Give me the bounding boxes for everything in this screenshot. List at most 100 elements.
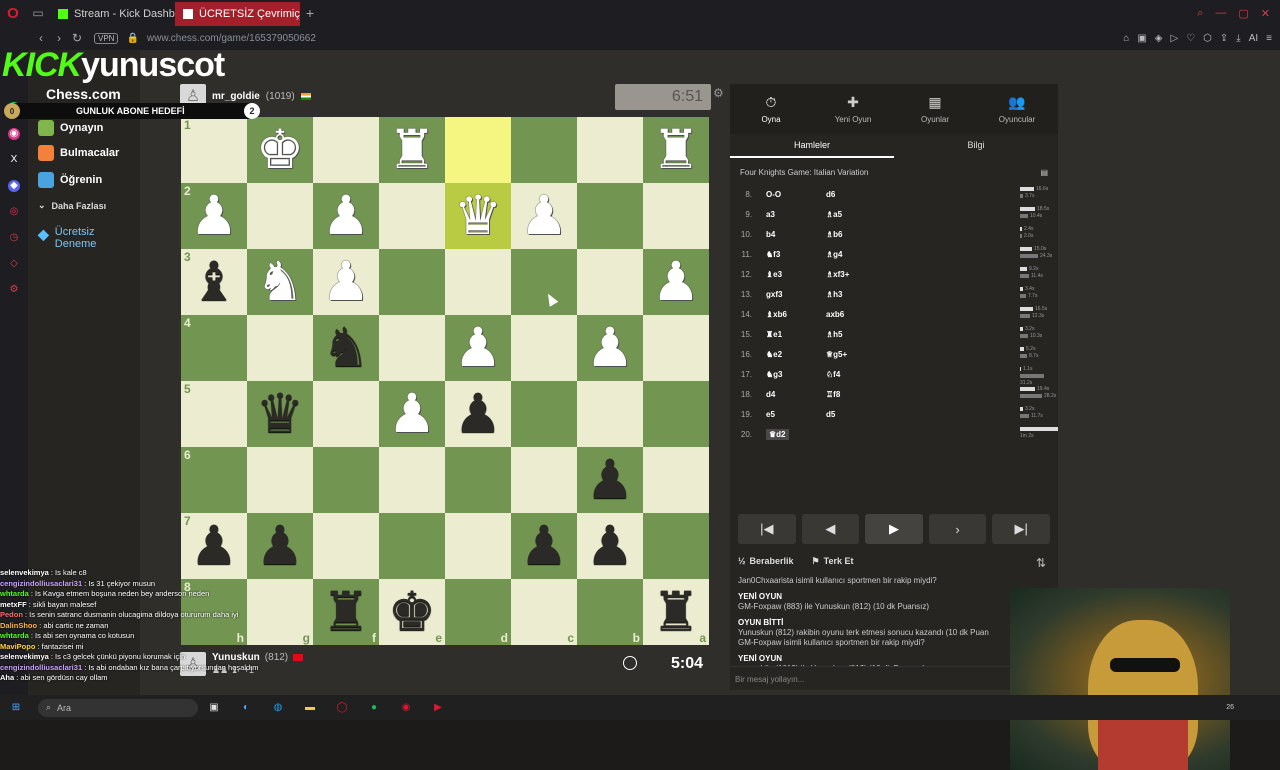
board-square[interactable]: 6 — [181, 447, 247, 513]
share-icon[interactable]: ⇪ — [1220, 33, 1228, 44]
url-field[interactable]: www.chess.com/game/165379050662 — [147, 33, 316, 44]
white-move[interactable]: d4 — [766, 390, 775, 399]
black-move[interactable]: ♗h3 — [818, 290, 878, 299]
shield-icon[interactable]: ◈ — [1155, 33, 1163, 44]
player-icon[interactable]: ◎ — [8, 206, 20, 218]
white-move[interactable]: ♞e2 — [766, 350, 782, 359]
reload-icon[interactable]: ↻ — [68, 31, 86, 45]
prev-move-button[interactable]: ◀ — [801, 514, 860, 544]
nav-play[interactable]: Oynayın — [38, 120, 103, 136]
last-move-button[interactable]: ▶| — [992, 514, 1050, 544]
media-icon[interactable]: ▶ — [427, 700, 449, 716]
chat-username[interactable]: Aha — [0, 673, 14, 682]
white-move[interactable]: ♞f3 — [766, 250, 780, 259]
bookmark-icon[interactable]: ⌂ — [1123, 33, 1129, 44]
board-square[interactable] — [511, 249, 577, 315]
board-square[interactable]: 5 — [181, 381, 247, 447]
tab-games[interactable]: ▦ Oyunlar — [894, 84, 976, 134]
board-square[interactable] — [577, 117, 643, 183]
board-square[interactable] — [577, 381, 643, 447]
new-tab-button[interactable]: + — [300, 5, 320, 21]
chat-username[interactable]: cengizindolliusaclari31 — [0, 579, 82, 588]
board-square[interactable] — [445, 249, 511, 315]
chess-piece[interactable]: ♜ — [388, 123, 436, 177]
opera-logo-icon[interactable]: O — [0, 0, 26, 26]
white-move[interactable]: ♜e1 — [766, 330, 782, 339]
maximize-icon[interactable]: ▢ — [1238, 7, 1248, 20]
chess-board[interactable]: 1 ♚ ♜ ♜ 2 ♟ ♟ ♛ ♟ 3 ♝ ♞ ♟ ♟ 4 ♞ ♟ ♟ 5 ♛ ♟ ♟ 6 ♟ 7 ♟ ♟ ♟ ♟ 8 h g f ♜ e ♚ d c b a… — [181, 117, 709, 645]
chess-piece[interactable]: ♟ — [586, 321, 634, 375]
white-move[interactable]: ♛d2 — [766, 428, 789, 440]
message-input[interactable]: Bir mesaj yollayın... — [730, 666, 1058, 690]
board-square[interactable] — [643, 183, 709, 249]
history-icon[interactable]: ◷ — [8, 232, 20, 244]
board-square[interactable]: b — [577, 579, 643, 645]
white-move[interactable]: gxf3 — [766, 290, 782, 299]
black-move[interactable]: ♘f4 — [818, 370, 878, 379]
board-square[interactable]: ♜ — [643, 117, 709, 183]
nav-learn[interactable]: Öğrenin — [38, 172, 102, 188]
obs-icon[interactable]: ◉ — [395, 700, 417, 716]
black-move[interactable]: axb6 — [818, 310, 878, 319]
edge-icon[interactable]: ◐ — [235, 700, 257, 716]
settings-icon[interactable]: ⚙ — [8, 284, 20, 296]
board-square[interactable] — [313, 117, 379, 183]
taskbar-search[interactable]: ⌕ Ara — [38, 698, 198, 717]
board-square[interactable] — [247, 447, 313, 513]
chess-piece[interactable]: ♟ — [322, 189, 370, 243]
white-move[interactable]: ♝e3 — [766, 270, 782, 279]
board-square[interactable]: ♟ — [577, 513, 643, 579]
board-square[interactable]: ♟ — [445, 381, 511, 447]
copy-icon[interactable]: ▤ — [1040, 168, 1048, 177]
white-move[interactable]: ♞g3 — [766, 370, 783, 379]
opera-icon[interactable]: ◯ — [331, 700, 353, 716]
chess-piece[interactable]: ♟ — [454, 387, 502, 441]
board-square[interactable]: ♟ — [577, 447, 643, 513]
minimize-icon[interactable]: — — [1215, 7, 1226, 20]
chess-piece[interactable]: ♝ — [190, 255, 238, 309]
board-square[interactable] — [577, 183, 643, 249]
spotify-icon[interactable]: ● — [363, 700, 385, 716]
black-move[interactable]: ♗xf3+ — [818, 270, 878, 279]
chat-username[interactable]: metxFF — [0, 600, 27, 609]
board-square[interactable]: ♟ — [577, 315, 643, 381]
chess-logo[interactable]: Chess.com — [46, 86, 121, 102]
board-square[interactable]: ♟ — [511, 513, 577, 579]
menu-icon[interactable]: ≡ — [1266, 33, 1272, 44]
chess-piece[interactable]: ♟ — [190, 519, 238, 573]
aria-ai-button[interactable]: AI — [1249, 33, 1258, 44]
board-square[interactable] — [445, 513, 511, 579]
board-square[interactable]: ♚ — [247, 117, 313, 183]
play-icon[interactable]: ▷ — [1170, 33, 1178, 44]
board-square[interactable] — [313, 447, 379, 513]
chess-piece[interactable]: ♞ — [256, 255, 304, 309]
windows-start-icon[interactable]: ⊞ — [5, 700, 27, 716]
opponent-name[interactable]: mr_goldie — [212, 91, 260, 102]
snapshot-icon[interactable]: ▣ — [1137, 33, 1146, 44]
instagram-icon[interactable]: ◉ — [8, 128, 20, 140]
close-icon[interactable]: ✕ — [1261, 7, 1270, 20]
chess-piece[interactable]: ♛ — [454, 189, 502, 243]
chess-piece[interactable]: ♟ — [586, 519, 634, 573]
forward-icon[interactable]: › — [50, 31, 68, 45]
board-square[interactable] — [445, 447, 511, 513]
board-square[interactable]: 3 ♝ — [181, 249, 247, 315]
back-icon[interactable]: ‹ — [32, 31, 50, 45]
board-square[interactable] — [643, 447, 709, 513]
black-move[interactable]: d6 — [818, 190, 878, 199]
folder-icon[interactable]: ▬ — [299, 700, 321, 716]
next-move-button[interactable]: › — [928, 514, 987, 544]
search-tabs-icon[interactable]: ⌕ — [1197, 7, 1203, 20]
board-square[interactable] — [511, 117, 577, 183]
board-square[interactable]: 2 ♟ — [181, 183, 247, 249]
tab-new-game[interactable]: ✚ Yeni Oyun — [812, 84, 894, 134]
board-square[interactable] — [247, 315, 313, 381]
board-square[interactable]: a ♜ — [643, 579, 709, 645]
board-square[interactable] — [511, 447, 577, 513]
chess-piece[interactable]: ♞ — [322, 321, 370, 375]
chess-piece[interactable]: ♜ — [652, 585, 700, 639]
browser-icon[interactable]: ◍ — [267, 700, 289, 716]
board-square[interactable] — [247, 183, 313, 249]
white-move[interactable]: O-O — [766, 190, 781, 199]
chat-username[interactable]: Pedon — [0, 610, 23, 619]
